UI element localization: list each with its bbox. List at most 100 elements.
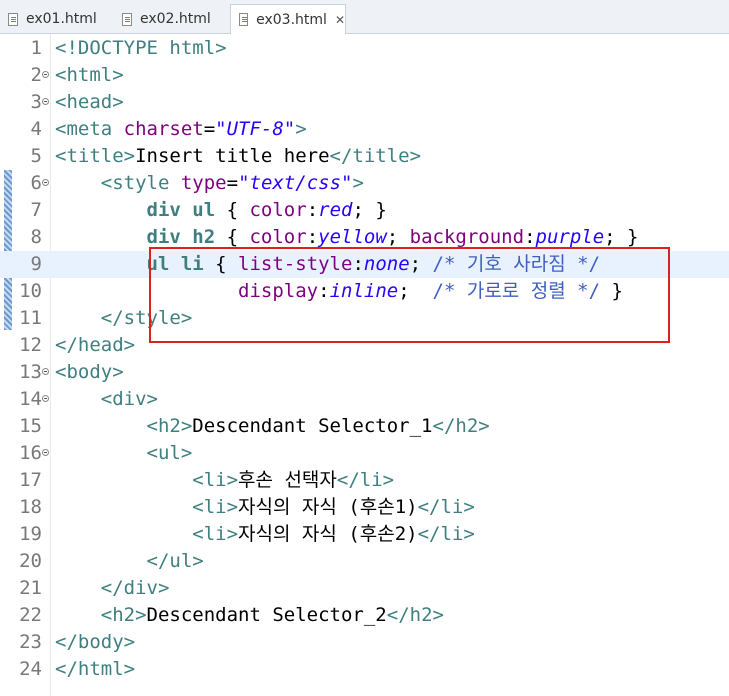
code-text: <!DOCTYPE html> [55, 35, 227, 62]
file-icon [8, 12, 18, 26]
tab-label: ex02.html [140, 11, 211, 27]
line-number: 11 [19, 307, 42, 329]
line-number: 18 [19, 496, 42, 518]
annotation-highlight-box [149, 247, 670, 343]
file-icon [239, 13, 249, 26]
line-number: 14 [19, 388, 42, 410]
line-number: 19 [19, 523, 42, 545]
close-icon[interactable]: ✕ [335, 13, 345, 27]
code-token: </h2> [386, 604, 444, 626]
code-token: : [306, 199, 319, 221]
code-token: div h2 [146, 226, 216, 248]
code-token: <!DOCTYPE html> [55, 37, 227, 59]
code-token: </div> [100, 577, 170, 599]
code-token: color [249, 199, 307, 221]
code-line[interactable]: 15 <h2>Descendant Selector_1</h2> [0, 413, 729, 440]
fold-toggle-icon[interactable] [42, 71, 49, 78]
code-token: <meta [55, 118, 124, 140]
tab-ex02[interactable]: ex02.html [114, 4, 230, 34]
code-token: </body> [55, 631, 136, 653]
editor-tab-bar: ex01.html ex02.html ex03.html ✕ [0, 0, 729, 35]
line-number: 17 [19, 469, 42, 491]
code-token: <body> [55, 361, 124, 383]
code-line[interactable]: 7 div ul { color:red; } [0, 197, 729, 224]
code-token: <ul> [146, 442, 193, 464]
line-number: 15 [19, 415, 42, 437]
code-token: </title> [329, 145, 422, 167]
code-token: yellow [318, 226, 387, 248]
fold-toggle-icon[interactable] [42, 395, 49, 402]
line-number: 6 [30, 172, 42, 194]
code-text: </html> [55, 656, 135, 683]
code-token: "UTF-8" [215, 118, 296, 140]
tab-label: ex03.html [256, 11, 327, 28]
code-line[interactable]: 20 </ul> [0, 548, 729, 575]
fold-toggle-icon[interactable] [42, 98, 49, 105]
code-line[interactable]: 2 <html> [0, 62, 729, 89]
code-token: = [226, 172, 239, 194]
code-text: <h2>Descendant Selector_1</h2> [55, 413, 490, 440]
tab-ex03[interactable]: ex03.html ✕ [230, 4, 346, 35]
tab-ex01[interactable]: ex01.html [0, 4, 112, 34]
line-number: 8 [30, 226, 42, 248]
code-token: </li> [417, 523, 475, 545]
code-line[interactable]: 1 <!DOCTYPE html> [0, 35, 729, 62]
code-line[interactable]: 13 <body> [0, 359, 729, 386]
code-line[interactable]: 3 <head> [0, 89, 729, 116]
code-token: ; [386, 226, 410, 248]
code-line[interactable]: 17 <li>후손 선택자</li> [0, 467, 729, 494]
code-token: </ul> [146, 550, 204, 572]
line-number: 12 [19, 334, 42, 356]
code-token: red [318, 199, 353, 221]
code-line[interactable]: 19 <li>자식의 자식 (후손2)</li> [0, 521, 729, 548]
code-token: : [306, 226, 319, 248]
code-line[interactable]: 21 </div> [0, 575, 729, 602]
code-text: <h2>Descendant Selector_2</h2> [55, 602, 444, 629]
line-number: 10 [19, 280, 42, 302]
code-token: div ul [146, 199, 216, 221]
code-line[interactable]: 14 <div> [0, 386, 729, 413]
code-text: </head> [55, 332, 135, 359]
code-token: ; } [352, 199, 387, 221]
code-line[interactable]: 6 <style type="text/css"> [0, 170, 729, 197]
code-line[interactable]: 24 </html> [0, 656, 729, 683]
code-line[interactable]: 18 <li>자식의 자식 (후손1)</li> [0, 494, 729, 521]
code-text: </div> [55, 575, 170, 602]
code-token: > [295, 118, 307, 140]
code-line[interactable]: 23 </body> [0, 629, 729, 656]
line-number: 4 [30, 118, 42, 140]
code-line[interactable]: 22 <h2>Descendant Selector_2</h2> [0, 602, 729, 629]
code-token: </li> [417, 496, 475, 518]
fold-toggle-icon[interactable] [42, 368, 49, 375]
code-token: 후손 선택자 [238, 469, 337, 491]
fold-toggle-icon[interactable] [42, 449, 49, 456]
code-text: <div> [55, 386, 158, 413]
fold-toggle-icon[interactable] [42, 179, 49, 186]
code-token: <head> [55, 91, 124, 113]
code-token: Descendant Selector_2 [146, 604, 387, 626]
code-token: </li> [336, 469, 395, 491]
line-number: 13 [19, 361, 42, 383]
line-number: 22 [19, 604, 42, 626]
file-icon [122, 12, 132, 26]
code-line[interactable]: 4 <meta charset="UTF-8"> [0, 116, 729, 143]
code-editor[interactable]: 1 <!DOCTYPE html> 2 <html> 3 <head> 4 <meta cha… [0, 34, 729, 696]
code-token: type [180, 172, 227, 194]
code-line[interactable]: 5 <title>Insert title here</title> [0, 143, 729, 170]
tab-label: ex01.html [26, 11, 97, 27]
line-number: 9 [30, 253, 42, 275]
code-line[interactable]: 16 <ul> [0, 440, 729, 467]
line-number: 7 [30, 199, 42, 221]
code-token: = [203, 118, 216, 140]
code-token: charset [123, 118, 204, 140]
